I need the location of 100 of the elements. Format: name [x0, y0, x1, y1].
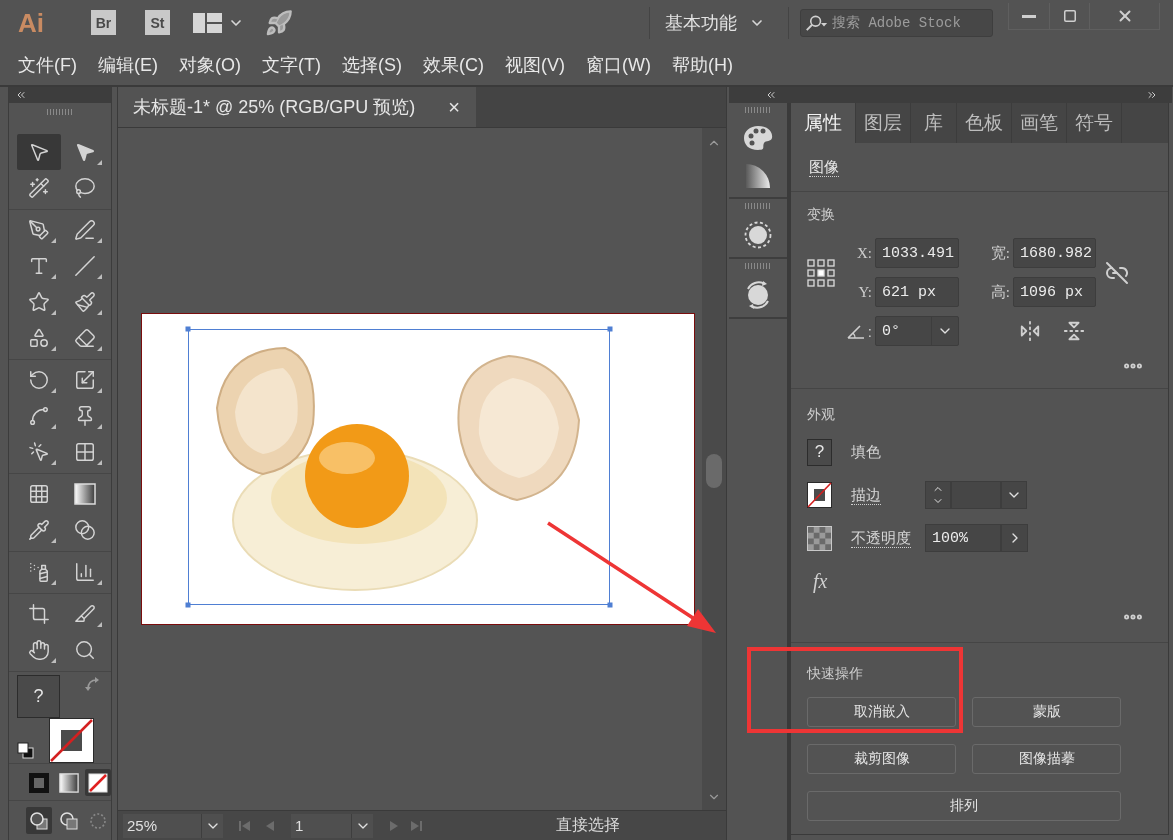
- rocket-icon[interactable]: [265, 8, 293, 37]
- circle-square-icon: [28, 810, 49, 831]
- eyedropper-icon: [28, 519, 50, 541]
- height-field[interactable]: 1096 px: [1013, 277, 1096, 307]
- grip-icon[interactable]: [745, 107, 771, 113]
- selection-handle[interactable]: [185, 602, 191, 608]
- zoom-dropdown[interactable]: 25%: [123, 813, 223, 838]
- arrow-pointer-icon: [74, 141, 96, 163]
- menu-item[interactable]: 选择(S): [341, 53, 402, 77]
- stroke-label[interactable]: 描边: [851, 485, 881, 505]
- width-field[interactable]: 1680.982: [1013, 238, 1096, 268]
- stroke-swatch[interactable]: [807, 482, 832, 508]
- page-dropdown[interactable]: 1: [291, 813, 373, 838]
- palette-icon[interactable]: [743, 125, 773, 151]
- arrow-pointer-icon: [28, 141, 50, 163]
- menu-item[interactable]: 窗口(W): [585, 53, 651, 77]
- spray-can-icon: [28, 561, 50, 583]
- draw-mode-button[interactable]: [26, 807, 52, 834]
- gradient-square-icon: [58, 772, 79, 793]
- menu-item[interactable]: 编辑(E): [98, 53, 158, 77]
- panel-tab[interactable]: 属性: [791, 103, 856, 143]
- maximize-icon: [1062, 9, 1077, 23]
- dashed-ring-circle-icon[interactable]: [744, 221, 772, 249]
- stroke-swatch[interactable]: [49, 718, 94, 763]
- hand-icon: [28, 639, 50, 661]
- spline-icon: [28, 405, 50, 427]
- tool-button[interactable]: [17, 134, 61, 170]
- y-field[interactable]: 621 px: [875, 277, 959, 307]
- grid-icon: [28, 483, 50, 505]
- stroke-weight-stepper[interactable]: [925, 481, 951, 509]
- shapes-icon: [28, 327, 50, 349]
- selection-handle[interactable]: [607, 602, 613, 608]
- magic-wand-icon: [28, 177, 50, 199]
- letter-t-icon: [28, 255, 50, 277]
- menu-item[interactable]: 帮助(H): [671, 53, 733, 77]
- star-icon: [28, 291, 50, 313]
- fx-button[interactable]: fx: [813, 570, 828, 593]
- menu-item[interactable]: 视图(V): [504, 53, 565, 77]
- grip-icon[interactable]: [745, 263, 771, 269]
- search-field[interactable]: 搜索 Adobe Stock: [800, 8, 993, 37]
- quick-action-button[interactable]: 图像描摹: [972, 744, 1121, 774]
- reference-point-icon[interactable]: [807, 258, 835, 287]
- quick-action-button[interactable]: 裁剪图像: [807, 744, 956, 774]
- workspace-dropdown[interactable]: 基本功能: [665, 7, 765, 38]
- quick-action-button[interactable]: 排列: [807, 791, 1121, 821]
- fill-swatch[interactable]: ?: [17, 675, 60, 718]
- grip-icon[interactable]: [745, 203, 771, 209]
- close-tab-button[interactable]: ×: [444, 97, 464, 117]
- expand-icon[interactable]: [1146, 89, 1158, 101]
- angle-dropdown[interactable]: 0°: [875, 316, 959, 346]
- opacity-field[interactable]: 100%: [925, 524, 1001, 552]
- selection-handle[interactable]: [607, 326, 613, 332]
- angle-label: :: [867, 322, 872, 340]
- fill-label: 填色: [851, 443, 881, 461]
- flip-horizontal-icon[interactable]: [1019, 320, 1041, 342]
- swap-arrow-icon[interactable]: [85, 676, 101, 692]
- stroke-weight-dropdown[interactable]: [1001, 481, 1027, 509]
- line-icon: [74, 255, 96, 277]
- x-field[interactable]: 1033.491: [875, 238, 959, 268]
- selection-handle[interactable]: [185, 326, 191, 332]
- menu-item[interactable]: 文字(T): [262, 53, 321, 77]
- opacity-arrow-button[interactable]: [1001, 524, 1028, 552]
- knife-icon: [74, 603, 96, 625]
- minimize-icon: [1022, 14, 1036, 18]
- collapse-icon[interactable]: [15, 89, 27, 101]
- quick-action-button[interactable]: 取消嵌入: [807, 697, 956, 727]
- grip-icon[interactable]: [47, 109, 73, 115]
- crop-icon: [28, 603, 50, 625]
- circle-arrows-icon[interactable]: [744, 281, 772, 309]
- panel-layout-icon[interactable]: [193, 12, 222, 33]
- bar-chart-icon: [74, 561, 96, 583]
- quick-action-button[interactable]: 蒙版: [972, 697, 1121, 727]
- scale-icon: [74, 369, 96, 391]
- menu-item[interactable]: 效果(C): [422, 53, 484, 77]
- rotate-icon: [28, 369, 50, 391]
- fill-swatch[interactable]: ?: [807, 438, 832, 466]
- object-type-link[interactable]: 图像: [809, 158, 839, 177]
- default-colors-icon[interactable]: [17, 742, 34, 759]
- square-outline-icon: [28, 772, 49, 793]
- flip-vertical-icon[interactable]: [1063, 320, 1085, 342]
- document-tab[interactable]: 未标题-1* @ 25% (RGB/GPU 预览) ×: [118, 87, 476, 127]
- scrollbar-thumb[interactable]: [706, 454, 722, 488]
- paintbrush-icon: [74, 291, 96, 313]
- menu-item[interactable]: 对象(O): [179, 53, 241, 77]
- magnifier-icon: [74, 639, 96, 661]
- y-label: Y:: [858, 283, 873, 301]
- lasso-icon: [74, 177, 96, 199]
- pen-nib-icon: [28, 219, 50, 241]
- collapse-icon[interactable]: [765, 89, 777, 101]
- color-mode-button[interactable]: [85, 769, 111, 796]
- opacity-label[interactable]: 不透明度: [851, 528, 911, 548]
- eraser-icon: [74, 327, 96, 349]
- width-label: 宽:: [990, 243, 1011, 263]
- app-badge[interactable]: St: [145, 10, 170, 35]
- app-logo: Ai: [18, 7, 45, 38]
- app-badge[interactable]: Br: [91, 10, 116, 35]
- unlink-icon[interactable]: [1104, 260, 1129, 285]
- grid-icon: [74, 441, 96, 463]
- pen-line-icon: [74, 219, 96, 241]
- menu-item[interactable]: 文件(F): [18, 53, 77, 77]
